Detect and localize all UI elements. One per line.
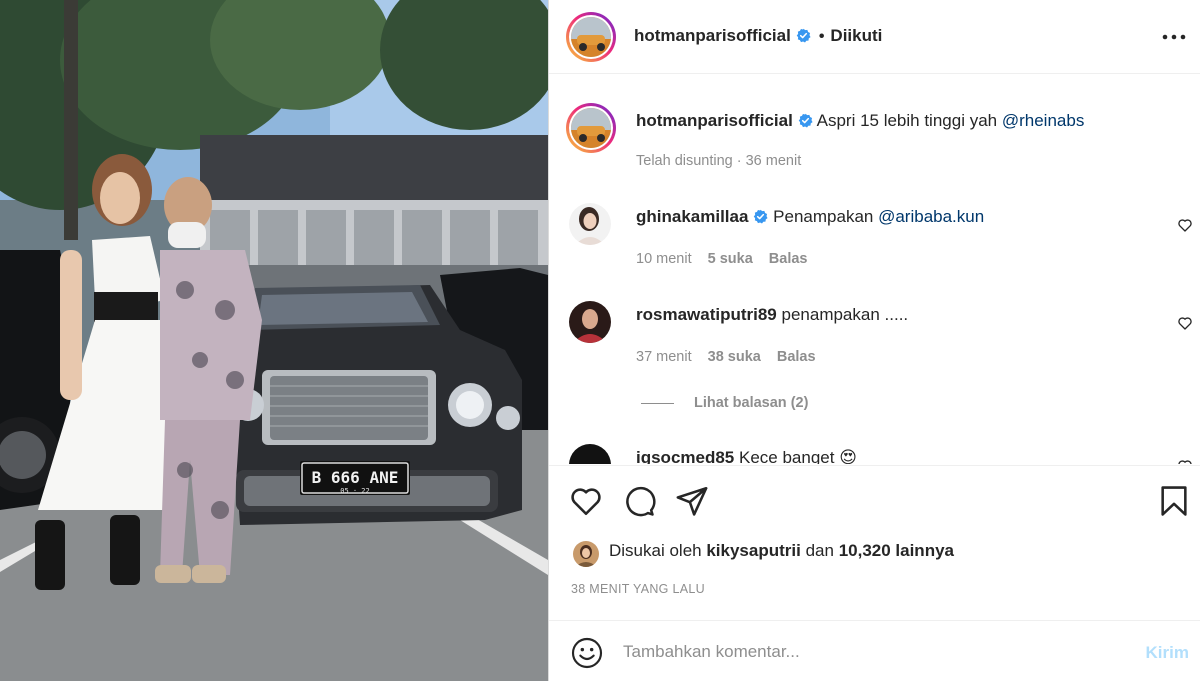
comment-2-text: penampakan .....	[781, 305, 909, 324]
comment-input[interactable]	[623, 635, 1123, 669]
bookmark-save-icon[interactable]	[1157, 484, 1191, 518]
post-photo-illustration: B 666 ANE 05 · 22	[0, 0, 548, 681]
post-timestamp[interactable]: 38 MENIT YANG LALU	[571, 582, 705, 596]
caption-meta: Telah disunting · 36 menit	[636, 153, 802, 169]
license-plate-sub: 05 · 22	[340, 487, 370, 495]
license-plate-number: B 666 ANE	[312, 468, 399, 487]
comment-2-reply-button[interactable]: Balas	[777, 349, 816, 365]
comment-like-heart-icon[interactable]	[1177, 458, 1193, 464]
comment-2-username[interactable]: rosmawatiputri89	[636, 305, 777, 324]
liked-by-avatar[interactable]	[573, 541, 599, 567]
comment-2-meta: 37 menit 38 suka Balas	[636, 349, 816, 365]
post-comment-button[interactable]: Kirim	[1146, 643, 1189, 663]
commenter-avatar-image	[569, 301, 611, 343]
verified-badge-icon	[753, 209, 768, 224]
header-separator: •	[818, 28, 825, 45]
follow-status-button[interactable]: Diikuti	[830, 26, 882, 45]
comment-1-mention-link[interactable]: @aribaba.kun	[878, 207, 984, 226]
post-details-panel: hotmanparisofficial • Diikuti hotmanpari…	[548, 0, 1200, 681]
caption-username[interactable]: hotmanparisofficial	[636, 111, 793, 130]
comment-1-likes[interactable]: 5 suka	[708, 251, 753, 267]
comment-1-meta: 10 menit 5 suka Balas	[636, 251, 807, 267]
commenter-avatar-image	[569, 203, 611, 245]
commenter-avatar[interactable]	[569, 301, 611, 343]
comment-1-text: Penampakan	[773, 207, 874, 226]
liked-by-and: dan	[805, 541, 834, 560]
comment-3-username[interactable]: igsocmed85	[636, 448, 734, 464]
like-heart-icon[interactable]	[569, 484, 603, 518]
caption-mention-link[interactable]: @rheinabs	[1002, 111, 1084, 130]
instagram-post-modal: B 666 ANE 05 · 22 hotmanparisofficial • …	[0, 0, 1200, 681]
comment-1-reply-button[interactable]: Balas	[769, 251, 808, 267]
comment-bubble-icon[interactable]	[622, 484, 656, 518]
more-options-icon[interactable]	[1161, 27, 1187, 47]
caption-avatar-image	[571, 108, 611, 148]
likes-summary: Disukai oleh kikysaputrii dan 10,320 lai…	[609, 541, 954, 561]
comment-2: rosmawatiputri89 penampakan .....	[636, 305, 908, 325]
comments-list[interactable]: hotmanparisofficial Aspri 15 lebih tingg…	[549, 75, 1200, 464]
comment-2-likes[interactable]: 38 suka	[708, 349, 761, 365]
author-avatar[interactable]	[566, 12, 616, 62]
comment-3-text: Kece banget	[739, 448, 835, 464]
comment-1: ghinakamillaa Penampakan @aribaba.kun	[636, 207, 984, 227]
liked-by-username[interactable]: kikysaputrii	[706, 541, 801, 560]
post-header: hotmanparisofficial • Diikuti	[549, 0, 1200, 74]
heart-eyes-emoji: 😍	[839, 448, 857, 464]
share-send-icon[interactable]	[675, 484, 709, 518]
likes-count-link[interactable]: 10,320 lainnya	[839, 541, 954, 560]
view-replies-button[interactable]: Lihat balasan (2)	[641, 395, 808, 411]
comment-3: igsocmed85 Kece banget 😍	[636, 448, 857, 464]
author-username[interactable]: hotmanparisofficial	[634, 26, 791, 45]
liked-by-avatar-image	[573, 541, 599, 567]
caption-author-avatar[interactable]	[566, 103, 616, 153]
verified-badge-icon	[796, 28, 811, 43]
emoji-picker-icon[interactable]	[571, 637, 603, 669]
verified-badge-icon	[798, 113, 813, 128]
post-photo[interactable]: B 666 ANE 05 · 22	[0, 0, 548, 681]
comment-2-time: 37 menit	[636, 349, 692, 365]
comment-composer: Kirim	[549, 620, 1200, 681]
commenter-avatar[interactable]	[569, 444, 611, 464]
caption-text: Aspri 15 lebih tinggi yah	[816, 111, 998, 130]
author-avatar-image	[571, 17, 611, 57]
post-actions: Disukai oleh kikysaputrii dan 10,320 lai…	[549, 465, 1200, 615]
comment-1-username[interactable]: ghinakamillaa	[636, 207, 748, 226]
commenter-avatar[interactable]	[569, 203, 611, 245]
caption: hotmanparisofficial Aspri 15 lebih tingg…	[636, 111, 1084, 131]
comment-like-heart-icon[interactable]	[1177, 217, 1193, 233]
liked-by-prefix: Disukai oleh	[609, 541, 702, 560]
comment-1-time: 10 menit	[636, 251, 692, 267]
comment-like-heart-icon[interactable]	[1177, 315, 1193, 331]
